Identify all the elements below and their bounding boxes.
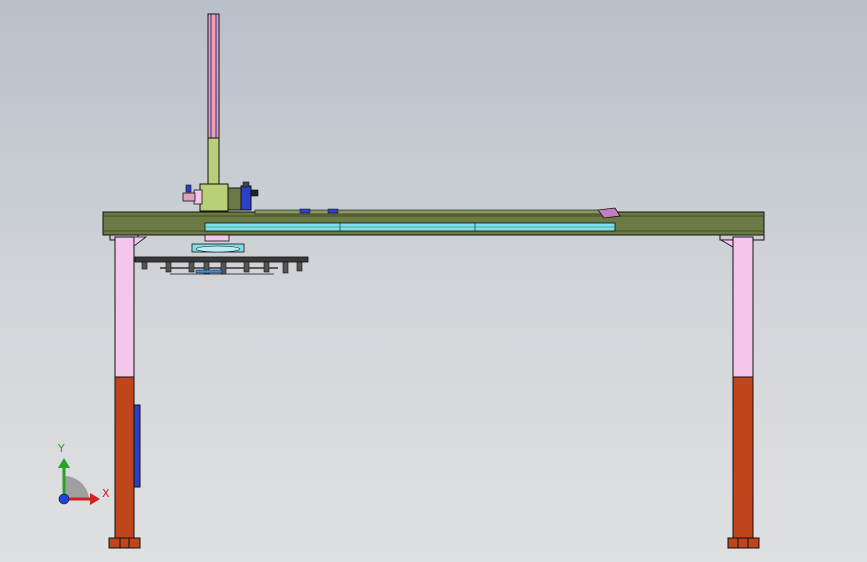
gripper-frame bbox=[134, 234, 309, 275]
gantry-drawing bbox=[58, 13, 765, 549]
main-beam bbox=[102, 207, 765, 236]
vertical-mast bbox=[207, 13, 220, 185]
left-column bbox=[108, 231, 148, 549]
y-axis-label: Y bbox=[58, 442, 65, 455]
right-column bbox=[719, 231, 765, 549]
x-axis-label: X bbox=[102, 487, 110, 500]
cad-viewport[interactable]: Y X bbox=[0, 0, 867, 562]
coordinate-triad bbox=[58, 458, 100, 505]
carriage bbox=[182, 181, 259, 212]
